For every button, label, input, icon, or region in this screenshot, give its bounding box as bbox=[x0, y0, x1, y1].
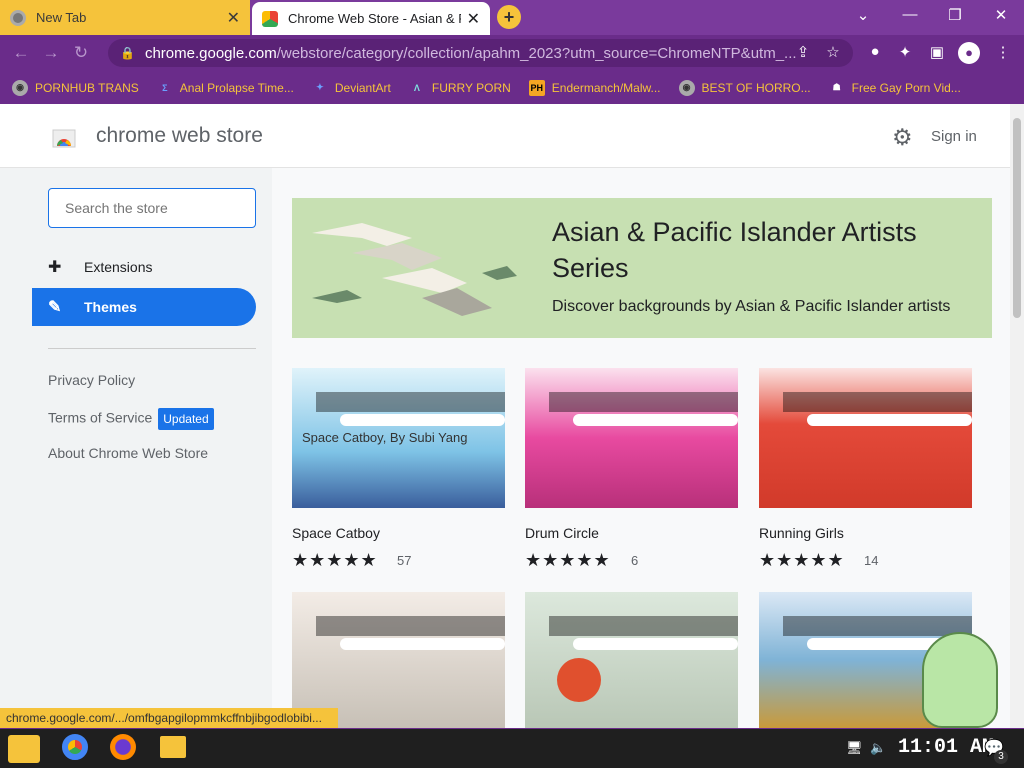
bookmark-item[interactable]: ◉ PORNHUB TRANS bbox=[12, 79, 139, 96]
side-panel-icon[interactable]: ▣ bbox=[926, 43, 948, 61]
gear-icon[interactable]: ⚙ bbox=[892, 124, 913, 151]
theme-preview-omnibox bbox=[340, 414, 505, 426]
tab-chrome-web-store[interactable]: Chrome Web Store - Asian & Pacific ✕ bbox=[252, 2, 490, 35]
letter-a-icon: Λ bbox=[413, 82, 420, 93]
bookmark-item[interactable]: PH Endermanch/Malw... bbox=[528, 79, 661, 96]
url-host: chrome.google.com bbox=[144, 44, 277, 62]
new-tab-button[interactable]: + bbox=[497, 5, 521, 29]
url-path: /webstore/category/collection/apahm_2023… bbox=[276, 44, 797, 62]
file-explorer-taskbar-icon[interactable] bbox=[160, 736, 186, 758]
bookmark-item[interactable]: ◉ BEST OF HORRO... bbox=[678, 79, 811, 96]
theme-name[interactable]: Running Girls bbox=[759, 525, 844, 541]
theme-preview-tabbar bbox=[549, 392, 738, 412]
site-icon: ☗ bbox=[832, 82, 841, 92]
profile-avatar-icon[interactable]: ● bbox=[958, 42, 980, 64]
share-icon[interactable]: ⇪ bbox=[792, 43, 814, 61]
theme-preview-tabbar bbox=[549, 616, 738, 636]
theme-preview-omnibox bbox=[807, 414, 972, 426]
tab-search-icon[interactable]: ⌄ bbox=[848, 6, 878, 24]
deviantart-icon: ✦ bbox=[316, 82, 324, 92]
rating-stars: ★★★★★ bbox=[525, 550, 611, 570]
reload-button[interactable]: ↻ bbox=[66, 43, 96, 63]
sidebar-item-themes[interactable]: ✎ Themes bbox=[32, 288, 256, 326]
theme-card-space-catboy[interactable]: Space Catboy, By Subi Yang bbox=[292, 368, 505, 508]
volume-icon[interactable]: 🔈 bbox=[870, 740, 886, 756]
rating-count: 14 bbox=[864, 553, 879, 568]
rating-stars: ★★★★★ bbox=[759, 550, 845, 570]
start-button[interactable] bbox=[8, 735, 40, 763]
extension-avatar-icon[interactable]: ● bbox=[864, 43, 886, 60]
rating-count: 57 bbox=[397, 553, 412, 568]
rating-count: 6 bbox=[631, 553, 639, 568]
bookmarks-bar: ◉ PORNHUB TRANS Σ Anal Prolapse Time... ✦ D… bbox=[0, 71, 1024, 104]
theme-preview-tabbar bbox=[783, 392, 972, 412]
theme-card-drum-circle[interactable] bbox=[525, 368, 738, 508]
close-tab-icon[interactable]: ✕ bbox=[227, 8, 240, 28]
banner-subtitle: Discover backgrounds by Asian & Pacific … bbox=[552, 298, 951, 315]
globe-icon: ◉ bbox=[12, 79, 28, 96]
theme-preview-omnibox bbox=[573, 638, 738, 650]
scrollbar-thumb[interactable] bbox=[1013, 118, 1021, 318]
menu-kebab-icon[interactable]: ⋮ bbox=[992, 43, 1014, 61]
theme-card-running-girls[interactable] bbox=[759, 368, 972, 508]
network-icon[interactable]: 🖥 bbox=[846, 740, 863, 756]
web-store-logo-icon[interactable] bbox=[52, 126, 76, 148]
bookmark-star-icon[interactable]: ☆ bbox=[822, 43, 844, 61]
puzzle-icon: ✚ bbox=[48, 259, 62, 276]
sun-illustration-icon bbox=[557, 658, 601, 702]
theme-preview-tabbar bbox=[316, 616, 505, 636]
sidebar-item-label: Extensions bbox=[84, 259, 153, 275]
restore-button[interactable]: ❐ bbox=[940, 6, 970, 24]
theme-preview-tabbar bbox=[316, 392, 505, 412]
about-store-link[interactable]: About Chrome Web Store bbox=[48, 445, 208, 461]
tab-label: New Tab bbox=[36, 10, 87, 25]
minimize-button[interactable]: — bbox=[895, 6, 925, 23]
back-button[interactable]: ← bbox=[6, 43, 36, 63]
desktop-mascot-image bbox=[922, 632, 998, 728]
lock-icon: 🔒 bbox=[120, 46, 135, 60]
ph-icon: PH bbox=[528, 79, 545, 96]
chrome-favicon-icon bbox=[10, 9, 26, 26]
theme-name[interactable]: Drum Circle bbox=[525, 525, 599, 541]
taskbar-clock[interactable]: 11:01 AM bbox=[898, 736, 994, 759]
brush-icon: ✎ bbox=[48, 299, 62, 316]
address-bar[interactable]: 🔒 chrome.google.com/webstore/category/co… bbox=[108, 39, 853, 67]
close-window-button[interactable]: ✕ bbox=[986, 6, 1016, 24]
rating-stars: ★★★★★ bbox=[292, 550, 378, 570]
tab-new-tab[interactable]: New Tab ✕ bbox=[0, 0, 250, 35]
bookmark-item[interactable]: ✦ DeviantArt bbox=[312, 80, 391, 96]
globe-icon: ◉ bbox=[678, 79, 695, 96]
notification-count-badge: 3 bbox=[994, 750, 1008, 764]
sigma-icon: Σ bbox=[162, 82, 168, 93]
web-store-favicon-icon bbox=[262, 10, 278, 27]
theme-preview-omnibox bbox=[573, 414, 738, 426]
privacy-policy-link[interactable]: Privacy Policy bbox=[48, 372, 135, 388]
theme-name[interactable]: Space Catboy bbox=[292, 525, 380, 541]
bookmark-item[interactable]: Σ Anal Prolapse Time... bbox=[157, 80, 294, 96]
updated-badge: Updated bbox=[158, 408, 214, 430]
sidebar-item-extensions[interactable]: ✚ Extensions bbox=[32, 248, 256, 286]
sidebar-item-label: Themes bbox=[84, 299, 137, 315]
bookmark-item[interactable]: Λ FURRY PORN bbox=[409, 80, 511, 96]
search-input[interactable] bbox=[48, 188, 256, 228]
tab-label: Chrome Web Store - Asian & Pacific bbox=[288, 11, 461, 26]
forward-button[interactable]: → bbox=[36, 43, 66, 63]
sidebar-divider bbox=[48, 348, 256, 349]
theme-card-sunset[interactable] bbox=[525, 592, 738, 728]
theme-tooltip-text: Space Catboy, By Subi Yang bbox=[302, 430, 468, 445]
firefox-taskbar-icon[interactable] bbox=[110, 734, 136, 760]
bookmark-item[interactable]: ☗ Free Gay Porn Vid... bbox=[829, 80, 961, 96]
theme-preview-tabbar bbox=[783, 616, 972, 636]
terms-of-service-link[interactable]: Terms of Service Updated bbox=[48, 408, 214, 430]
close-tab-icon[interactable]: ✕ bbox=[467, 9, 480, 29]
status-url-bubble: chrome.google.com/.../omfbgapgilopmmkcff… bbox=[0, 708, 338, 728]
store-title[interactable]: chrome web store bbox=[96, 124, 263, 148]
sign-in-link[interactable]: Sign in bbox=[931, 128, 977, 145]
banner-title: Asian & Pacific Islander Artists Series bbox=[552, 217, 917, 283]
birds-illustration-icon bbox=[312, 223, 517, 316]
theme-preview-omnibox bbox=[340, 638, 505, 650]
chrome-taskbar-icon[interactable] bbox=[62, 734, 88, 760]
extensions-puzzle-icon[interactable]: ✦ bbox=[894, 43, 916, 61]
